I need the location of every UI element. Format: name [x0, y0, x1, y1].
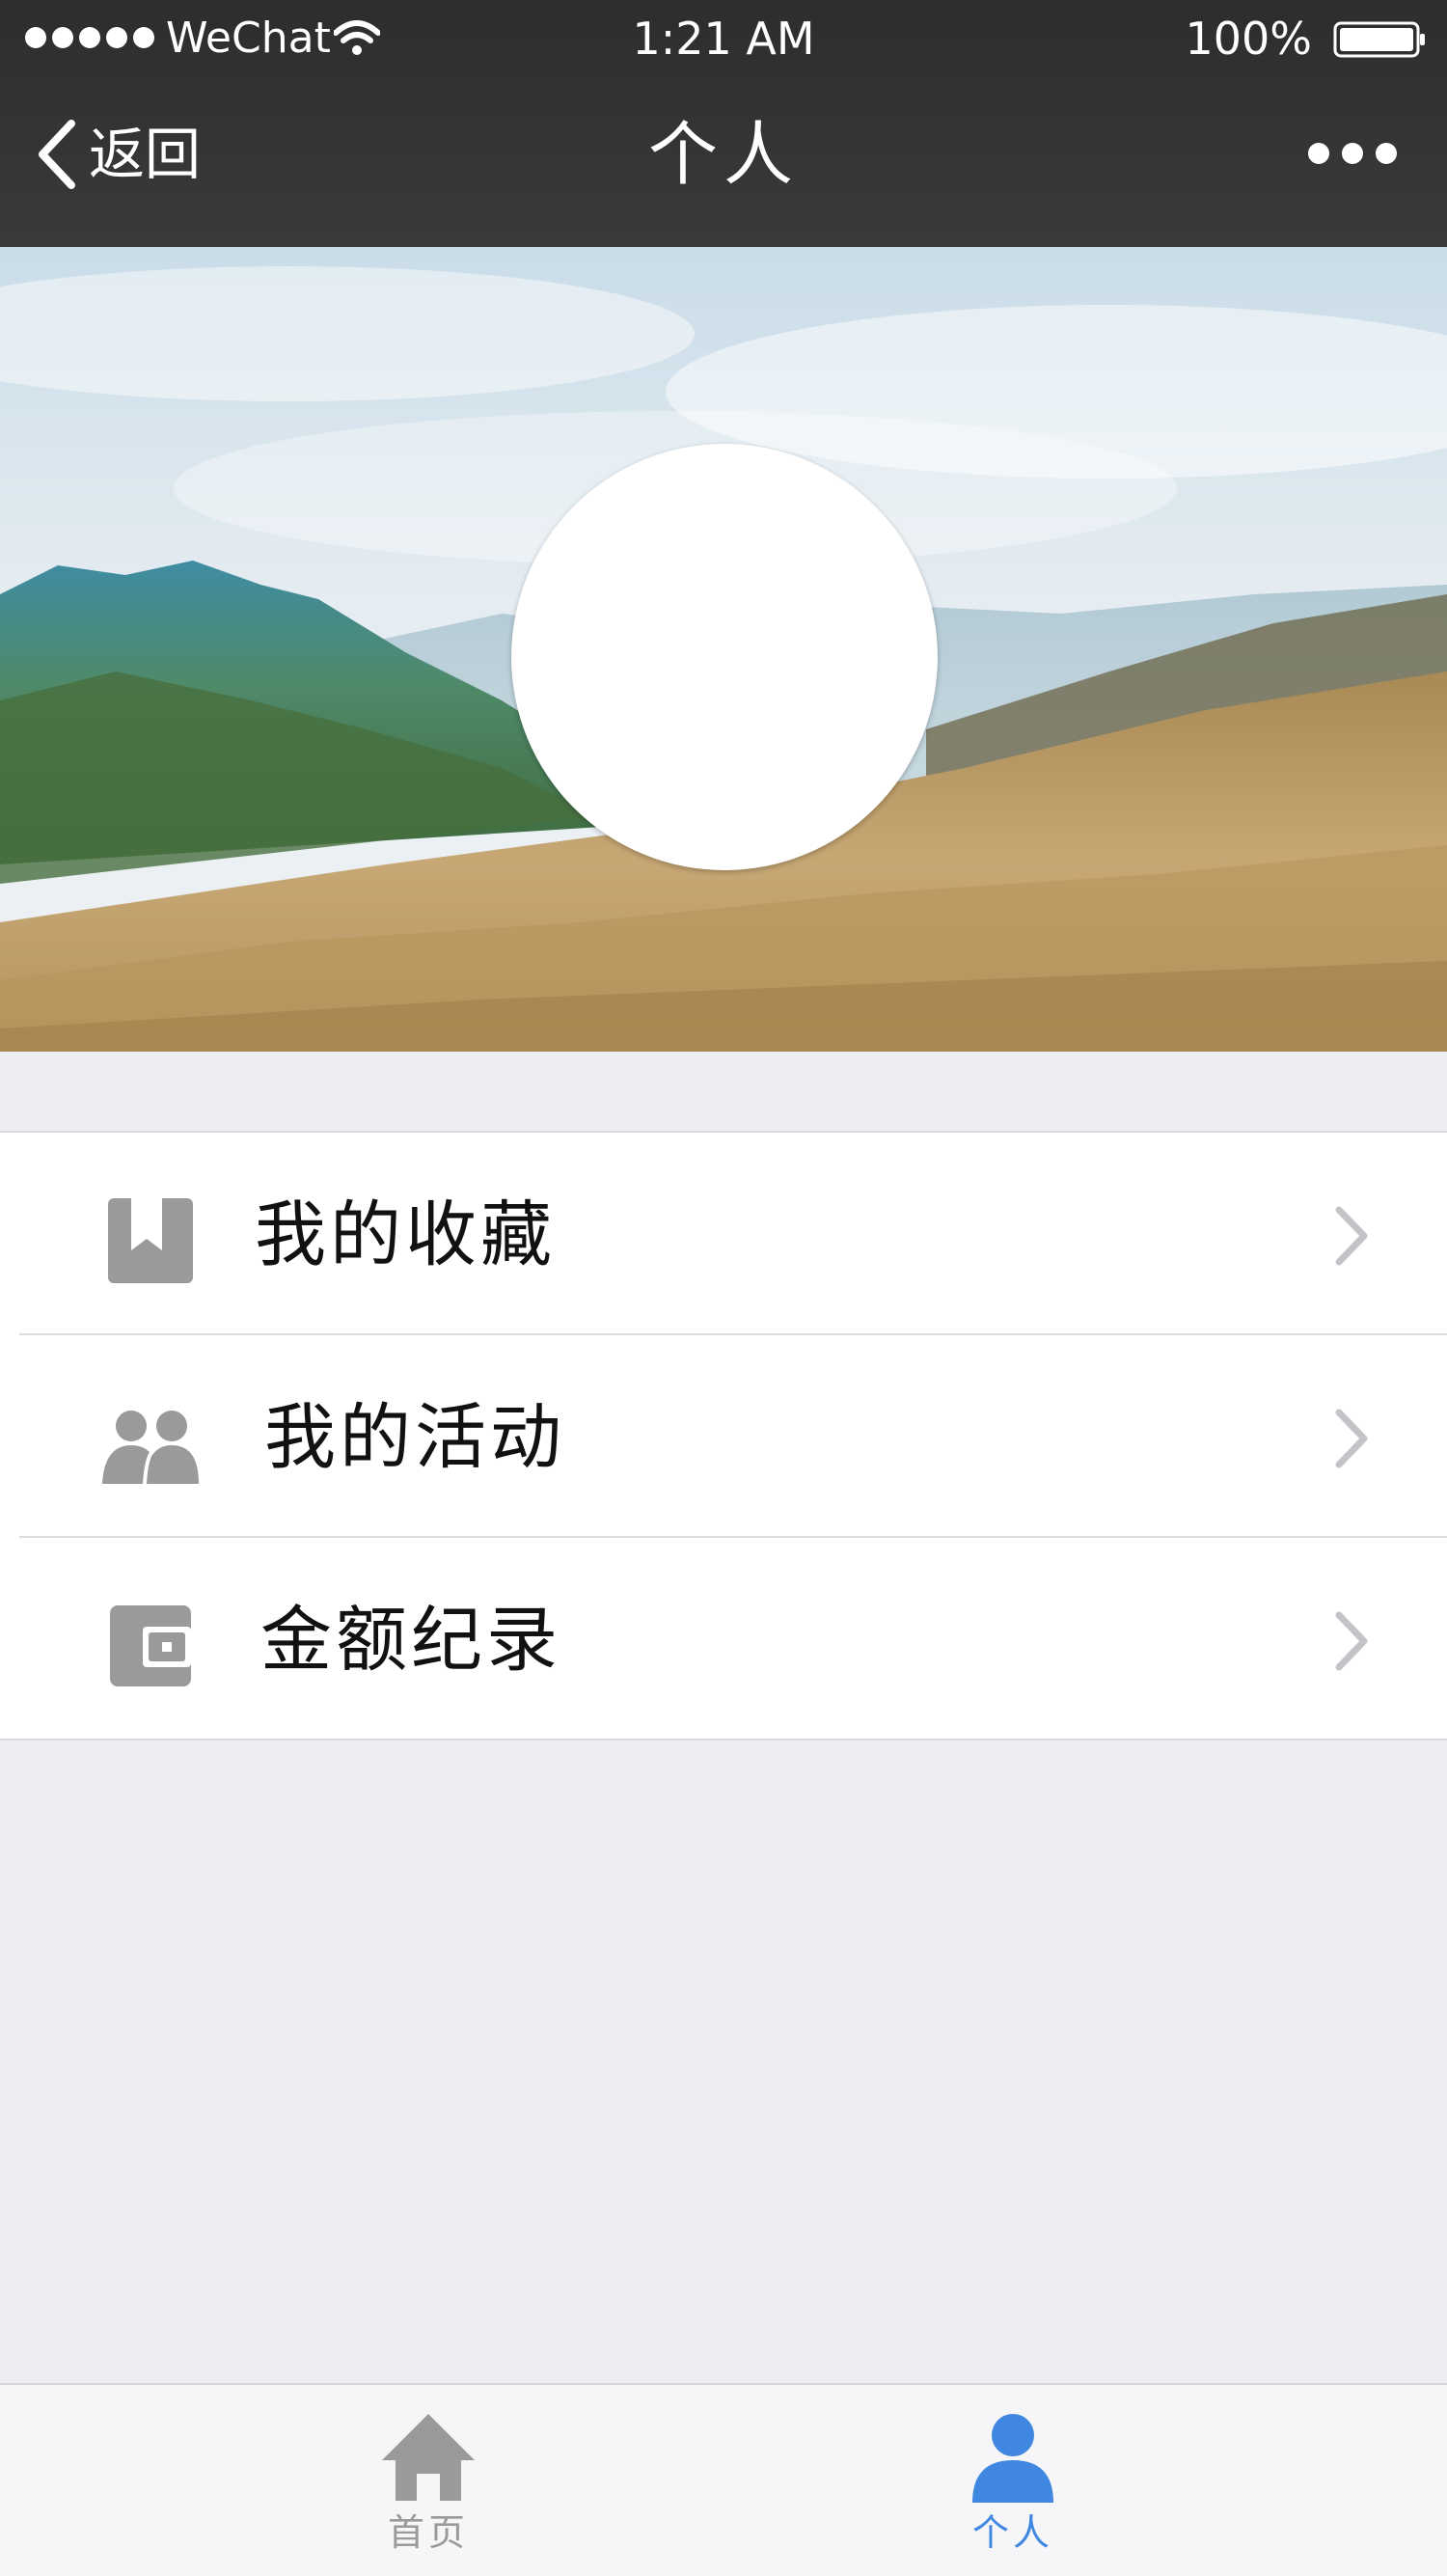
battery-percentage: 100%	[1185, 13, 1312, 65]
battery-icon	[1333, 21, 1425, 58]
menu-item-payment-records[interactable]: 金额纪录	[19, 1538, 1447, 1739]
navigation-bar: 返回 个人	[0, 89, 1447, 214]
person-icon	[972, 2414, 1053, 2503]
more-options-icon[interactable]	[1308, 139, 1397, 168]
chevron-right-icon	[1335, 1611, 1368, 1671]
profile-banner	[0, 247, 1447, 1052]
chevron-right-icon	[1335, 1206, 1368, 1266]
menu-item-activities[interactable]: 我的活动	[19, 1335, 1447, 1538]
tab-label: 首页	[387, 2511, 469, 2554]
menu-item-label: 我的活动	[264, 1396, 565, 1479]
top-bar: WeChat 1:21 AM 100% 返回 个人	[0, 0, 1447, 247]
people-icon	[102, 1411, 199, 1485]
wallet-icon	[110, 1605, 191, 1686]
profile-menu-list: 我的收藏 我的活动 金额纪录	[0, 1131, 1447, 1740]
home-icon	[382, 2414, 475, 2501]
avatar[interactable]	[511, 444, 938, 870]
tab-profile[interactable]: 个人	[820, 2385, 1206, 2576]
menu-item-favorites[interactable]: 我的收藏	[19, 1133, 1447, 1335]
page-title: 个人	[647, 114, 799, 195]
bookmark-icon	[108, 1198, 193, 1283]
menu-item-label: 我的收藏	[255, 1193, 556, 1276]
tab-home[interactable]: 首页	[235, 2385, 621, 2576]
chevron-right-icon	[1335, 1409, 1368, 1468]
status-bar: WeChat 1:21 AM 100%	[0, 0, 1447, 77]
tab-bar: 首页 个人	[0, 2383, 1447, 2576]
menu-item-label: 金额纪录	[260, 1599, 561, 1682]
tab-label: 个人	[971, 2511, 1053, 2554]
